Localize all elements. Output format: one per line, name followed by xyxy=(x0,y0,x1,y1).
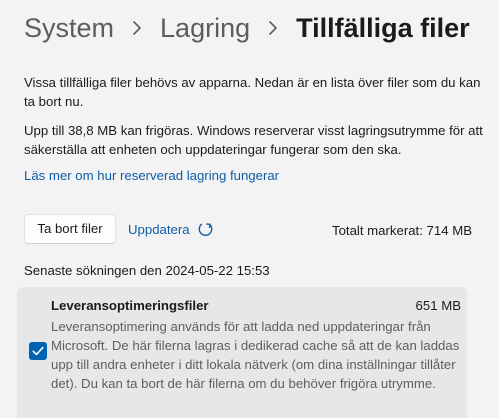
list-item[interactable]: Leveransoptimeringsfiler 651 MB Leverans… xyxy=(17,287,467,418)
refresh-button[interactable]: Uppdatera xyxy=(128,220,214,239)
item-checkbox[interactable] xyxy=(29,342,47,360)
last-scan-timestamp: Senaste sökningen den 2024-05-22 15:53 xyxy=(24,263,270,278)
refresh-label: Uppdatera xyxy=(128,222,190,237)
chevron-right-icon xyxy=(130,20,144,36)
item-name: Leveransoptimeringsfiler xyxy=(51,298,209,313)
breadcrumb-system[interactable]: System xyxy=(24,8,114,48)
refresh-icon xyxy=(197,221,214,238)
intro-text: Vissa tillfälliga filer behövs av apparn… xyxy=(24,75,481,109)
page-title: Tillfälliga filer xyxy=(296,13,470,43)
item-description: Leveransoptimering används för att ladda… xyxy=(51,319,460,391)
breadcrumb-storage[interactable]: Lagring xyxy=(160,8,250,48)
breadcrumb: System Lagring Tillfälliga filer xyxy=(24,8,470,48)
checkmark-icon xyxy=(32,346,44,356)
chevron-right-icon xyxy=(266,20,280,36)
item-size: 651 MB xyxy=(415,298,461,313)
freeable-space-text: Upp till 38,8 MB kan frigöras. Windows r… xyxy=(24,123,483,157)
remove-files-button[interactable]: Ta bort filer xyxy=(24,214,116,244)
learn-more-link[interactable]: Läs mer om hur reserverad lagring funger… xyxy=(24,166,279,185)
total-selected: Totalt markerat: 714 MB xyxy=(332,223,472,238)
